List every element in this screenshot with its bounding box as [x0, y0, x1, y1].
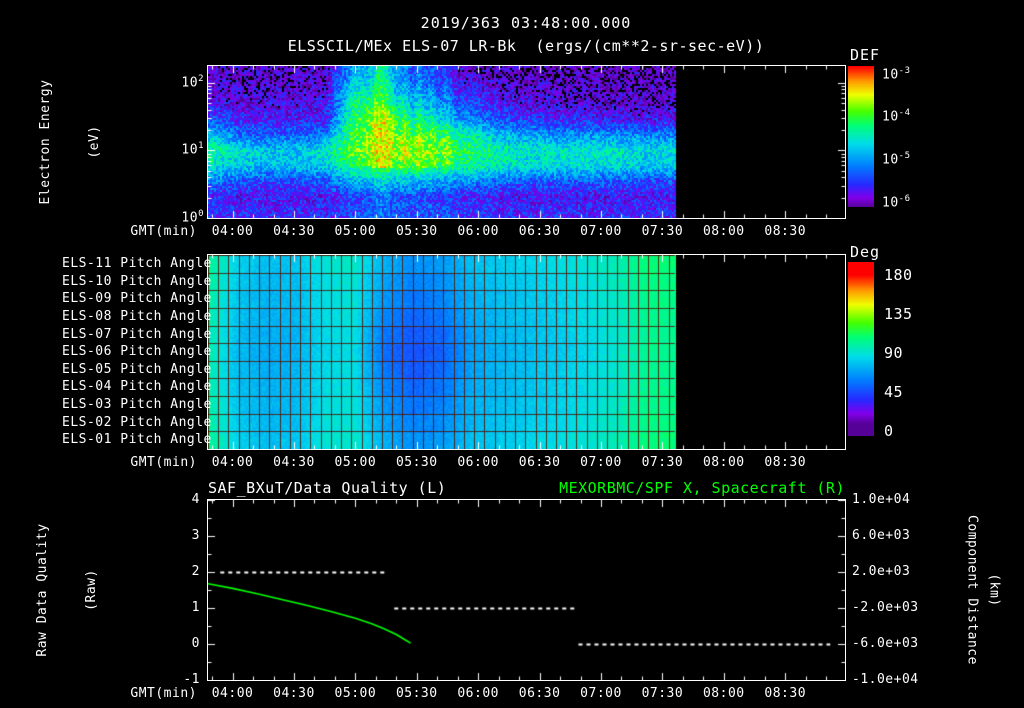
gmt-label: GMT(min): [130, 686, 197, 701]
time-tick-label: 07:30: [641, 224, 684, 239]
electron-energy-axis-unit: (eV): [87, 125, 102, 159]
electron-energy-axis-label: Electron Energy (eV): [6, 80, 134, 205]
time-tick-label: 08:00: [702, 455, 745, 470]
data-quality-series-title: SAF_BXuT/Data Quality (L): [208, 479, 447, 497]
component-distance-axis-label: Component Distance: [964, 515, 980, 665]
pitch-row-label: ELS-10 Pitch Angle: [62, 273, 212, 289]
deg-tick-label: 0: [884, 422, 894, 440]
deg-colorbar-title: Deg: [850, 243, 881, 261]
els-quicklook-plot: 2019/363 03:48:00.000 ELSSCIL/MEx ELS-07…: [0, 0, 1024, 708]
energy-tick-label: 102: [181, 73, 204, 91]
time-tick-label: 05:30: [395, 224, 438, 239]
pitch-angle-heatmap: [207, 254, 846, 450]
def-tick-label: 10-5: [882, 151, 911, 168]
quality-tick-label: 0: [191, 636, 200, 651]
time-tick-label: 05:00: [334, 686, 377, 701]
pitch-row-label: ELS-08 Pitch Angle: [62, 308, 212, 324]
pitch-row-label: ELS-11 Pitch Angle: [62, 256, 212, 271]
raw-data-quality-axis-label: Raw Data Quality (Raw): [3, 523, 131, 656]
deg-colorbar: [848, 262, 874, 436]
time-tick-label: 05:00: [334, 224, 377, 239]
time-tick-label: 06:30: [518, 455, 561, 470]
time-tick-label: 08:00: [702, 686, 745, 701]
time-tick-label: 05:00: [334, 455, 377, 470]
time-tick-label: 07:00: [580, 455, 622, 470]
time-tick-label: 06:00: [457, 455, 499, 470]
deg-tick-label: 90: [884, 344, 904, 362]
electron-energy-spectrogram: [207, 65, 846, 219]
time-tick-label: 05:30: [395, 455, 438, 470]
gmt-label: GMT(min): [130, 224, 197, 239]
time-tick-label: 05:30: [395, 686, 438, 701]
time-tick-label: 06:00: [457, 686, 499, 701]
deg-tick-label: 180: [884, 266, 913, 284]
quality-tick-label: 2: [191, 564, 200, 579]
time-tick-label: 04:30: [273, 455, 315, 470]
gmt-label: GMT(min): [130, 455, 197, 470]
pitch-row-label: ELS-07 Pitch Angle: [62, 326, 212, 342]
pitch-row-label: ELS-04 Pitch Angle: [62, 379, 212, 395]
quality-tick-label: -1: [183, 672, 200, 687]
pitch-row-label: ELS-09 Pitch Angle: [62, 291, 212, 307]
def-colorbar: [848, 66, 874, 207]
timestamp-title: 2019/363 03:48:00.000: [420, 14, 632, 32]
energy-tick-label: 100: [181, 209, 204, 226]
time-tick-label: 08:00: [702, 224, 745, 239]
time-tick-label: 08:30: [764, 224, 807, 239]
time-tick-label: 04:30: [273, 224, 315, 239]
quality-tick-label: 4: [191, 492, 200, 507]
time-tick-label: 07:30: [641, 686, 684, 701]
energy-tick-label: 101: [181, 141, 204, 158]
pitch-row-label: ELS-05 Pitch Angle: [62, 361, 212, 377]
deg-tick-label: 135: [884, 305, 913, 323]
time-tick-label: 07:00: [580, 686, 622, 701]
raw-data-quality-axis-label-text: Raw Data Quality: [35, 523, 50, 657]
quality-tick-label: 3: [191, 528, 200, 543]
time-tick-label: 06:00: [457, 224, 499, 239]
time-tick-label: 04:00: [211, 455, 254, 470]
raw-data-quality-axis-unit: (Raw): [84, 569, 99, 611]
distance-tick-label: -6.0e+03: [852, 636, 919, 651]
distance-tick-label: -2.0e+03: [852, 600, 919, 615]
time-tick-label: 04:00: [211, 224, 254, 239]
quality-tick-label: 1: [191, 600, 200, 615]
pitch-row-label: ELS-02 Pitch Angle: [62, 414, 212, 430]
deg-tick-label: 45: [884, 383, 904, 401]
time-tick-label: 07:30: [641, 455, 684, 470]
spectrogram-title: ELSSCIL/MEx ELS-07 LR-Bk (ergs/(cm**2-sr…: [287, 37, 765, 55]
time-tick-label: 08:30: [764, 455, 807, 470]
pitch-row-label: ELS-03 Pitch Angle: [62, 397, 212, 413]
def-tick-label: 10-4: [882, 108, 911, 125]
pitch-row-label: ELS-01 Pitch Angle: [62, 432, 212, 448]
pitch-row-label: ELS-06 Pitch Angle: [62, 344, 212, 360]
component-distance-axis-unit: (km): [986, 573, 1002, 607]
distance-tick-label: -1.0e+04: [852, 672, 919, 687]
distance-tick-label: 6.0e+03: [852, 528, 911, 543]
distance-tick-label: 1.0e+04: [852, 492, 911, 507]
distance-tick-label: 2.0e+03: [852, 564, 911, 579]
time-tick-label: 04:00: [211, 686, 254, 701]
time-tick-label: 07:00: [580, 224, 622, 239]
time-tick-label: 04:30: [273, 686, 315, 701]
electron-energy-axis-label-text: Electron Energy: [38, 79, 53, 205]
def-tick-label: 10-6: [882, 193, 911, 211]
def-tick-label: 10-3: [882, 65, 911, 82]
time-tick-label: 08:30: [764, 686, 807, 701]
spacecraft-series-title: MEXORBMC/SPF X, Spacecraft (R): [559, 479, 845, 497]
time-tick-label: 06:30: [518, 224, 561, 239]
def-colorbar-title: DEF: [850, 46, 881, 64]
quality-distance-plot: [207, 499, 846, 681]
time-tick-label: 06:30: [518, 686, 561, 701]
